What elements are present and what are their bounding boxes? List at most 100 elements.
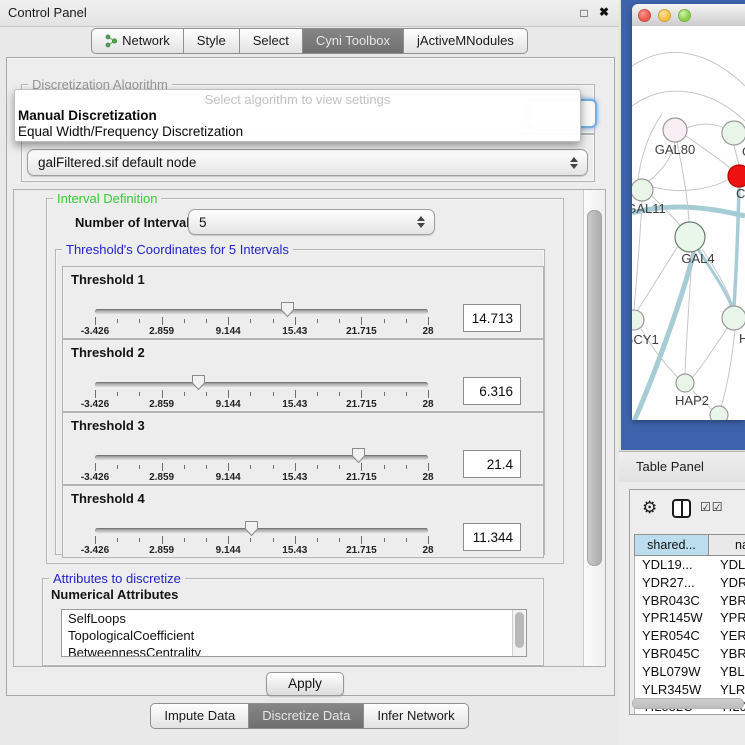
- attribute-item[interactable]: TopologicalCoefficient: [62, 627, 526, 644]
- table-row[interactable]: YDL19...YDL1: [635, 556, 745, 574]
- mac-minimize-button[interactable]: [658, 9, 671, 22]
- dropdown-option-manual-discretization[interactable]: Manual Discretization: [18, 108, 157, 123]
- tab-impute-data[interactable]: Impute Data: [150, 703, 249, 729]
- attribute-item[interactable]: SelfLoops: [62, 610, 526, 627]
- tab-cyni-toolbox[interactable]: Cyni Toolbox: [302, 28, 404, 54]
- axis-tick: [428, 317, 429, 325]
- attributes-to-discretize-group: Attributes to discretize Numerical Attri…: [42, 578, 544, 666]
- axis-tick-label: 9.144: [216, 399, 241, 410]
- mac-close-button[interactable]: [638, 9, 651, 22]
- axis-tick: [428, 390, 429, 398]
- axis-tick-label: 9.144: [216, 472, 241, 483]
- table-panel-titlebar: Table Panel: [619, 451, 745, 483]
- tab-style[interactable]: Style: [183, 28, 240, 54]
- tab-discretize-data[interactable]: Discretize Data: [248, 703, 364, 729]
- network-node[interactable]: [632, 310, 644, 330]
- threshold-1-slider[interactable]: -3.4262.8599.14415.4321.71528: [95, 293, 428, 337]
- table-row[interactable]: YPR145WYPR1: [635, 609, 745, 627]
- network-canvas[interactable]: GAL80GACGAL11GAL4GCY1HHAP2: [632, 26, 745, 420]
- tab-jactivemnodules[interactable]: jActiveMNodules: [403, 28, 528, 54]
- threshold-value-field[interactable]: 14.713: [463, 304, 521, 332]
- numerical-attributes-list[interactable]: SelfLoopsTopologicalCoefficientBetweenne…: [61, 609, 527, 657]
- table-cell: YLR3: [709, 681, 745, 699]
- slider-thumb[interactable]: [351, 447, 366, 464]
- threshold-value-field[interactable]: 6.316: [463, 377, 521, 405]
- table-row[interactable]: YLR345WYLR3: [635, 681, 745, 699]
- slider-thumb[interactable]: [280, 301, 295, 318]
- tab-select[interactable]: Select: [239, 28, 303, 54]
- settings-scrollbar[interactable]: [583, 190, 605, 666]
- table-row[interactable]: YBL079WYBL0: [635, 663, 745, 681]
- list-scrollbar-thumb[interactable]: [515, 612, 524, 648]
- table-row[interactable]: YER054CYER0: [635, 627, 745, 645]
- attribute-item[interactable]: BetweennessCentrality: [62, 644, 526, 657]
- axis-tick: [228, 317, 229, 325]
- network-icon: [105, 34, 117, 48]
- network-node[interactable]: [632, 179, 653, 201]
- axis-tick: [117, 465, 118, 469]
- table-data-combobox[interactable]: galFiltered.sif default node: [27, 149, 588, 176]
- slider-tick-labels: -3.4262.8599.14415.4321.71528: [95, 472, 428, 484]
- threshold-3-slider[interactable]: -3.4262.8599.14415.4321.71528: [95, 439, 428, 483]
- table-cell: YER054C: [635, 627, 709, 645]
- number-of-intervals-combobox[interactable]: 5: [188, 209, 435, 235]
- settings-scrollbar-thumb[interactable]: [587, 210, 602, 566]
- network-node-label: GCY1: [632, 332, 659, 347]
- table-row[interactable]: YBR045CYBR0: [635, 645, 745, 663]
- column-header-shared[interactable]: shared...: [635, 535, 709, 555]
- apply-button[interactable]: Apply: [266, 672, 344, 696]
- table-row[interactable]: YDR27...YDR2: [635, 574, 745, 592]
- network-node[interactable]: [663, 118, 687, 142]
- list-scrollbar[interactable]: [512, 610, 526, 656]
- network-window-titlebar[interactable]: [632, 4, 745, 27]
- tab-infer-network[interactable]: Infer Network: [363, 703, 468, 729]
- select-columns-icon[interactable]: ☑☑: [700, 500, 724, 514]
- slider-thumb[interactable]: [244, 520, 259, 537]
- table-cell: YBR043C: [635, 592, 709, 610]
- threshold-value-field[interactable]: 21.4: [463, 450, 521, 478]
- axis-tick-label: 2.859: [149, 472, 174, 483]
- slider-ticks: [95, 317, 428, 326]
- threshold-value-field[interactable]: 11.344: [463, 523, 521, 551]
- tab-network[interactable]: Network: [91, 28, 184, 54]
- slider-track[interactable]: [95, 455, 428, 460]
- slider-track[interactable]: [95, 382, 428, 387]
- dropdown-hint: Select algorithm to view settings: [15, 92, 580, 107]
- network-node[interactable]: [710, 406, 728, 420]
- threshold-2-slider[interactable]: -3.4262.8599.14415.4321.71528: [95, 366, 428, 410]
- axis-tick-label: 9.144: [216, 545, 241, 556]
- axis-tick: [228, 463, 229, 471]
- control-panel: Control Panel □ ✖ Network Style Select: [0, 0, 619, 745]
- threshold-coordinates-group: Threshold's Coordinates for 5 Intervals …: [55, 249, 545, 555]
- control-panel-titlebar: Control Panel □ ✖: [0, 0, 619, 27]
- slider-track[interactable]: [95, 528, 428, 533]
- axis-tick: [295, 536, 296, 544]
- float-window-icon[interactable]: □: [577, 6, 591, 20]
- axis-tick: [406, 465, 407, 469]
- group-label: Interval Definition: [53, 191, 161, 206]
- axis-tick: [162, 536, 163, 544]
- close-panel-icon[interactable]: ✖: [597, 5, 611, 19]
- axis-tick: [384, 465, 385, 469]
- network-node[interactable]: [728, 165, 745, 187]
- network-node[interactable]: [722, 306, 745, 330]
- table-cell: YDL19...: [635, 556, 709, 574]
- dropdown-option-equal-width-frequency[interactable]: Equal Width/Frequency Discretization: [18, 124, 243, 139]
- threshold-4-slider[interactable]: -3.4262.8599.14415.4321.71528: [95, 512, 428, 556]
- split-columns-icon[interactable]: [672, 499, 691, 518]
- network-node[interactable]: [676, 374, 694, 392]
- axis-tick: [95, 317, 96, 325]
- column-header-name[interactable]: na: [709, 535, 745, 555]
- axis-tick-label: 21.715: [346, 399, 377, 410]
- table-row[interactable]: YBR043CYBR0: [635, 592, 745, 610]
- slider-thumb[interactable]: [191, 374, 206, 391]
- slider-track[interactable]: [95, 309, 428, 314]
- network-node[interactable]: [675, 222, 705, 252]
- axis-tick: [317, 465, 318, 469]
- table-horizontal-scrollbar-thumb[interactable]: [632, 698, 744, 709]
- mac-zoom-button[interactable]: [678, 9, 691, 22]
- network-node-label: C: [736, 186, 745, 201]
- gear-icon[interactable]: ⚙: [642, 498, 657, 518]
- network-node[interactable]: [722, 121, 745, 145]
- table-cell: YDR27...: [635, 574, 709, 592]
